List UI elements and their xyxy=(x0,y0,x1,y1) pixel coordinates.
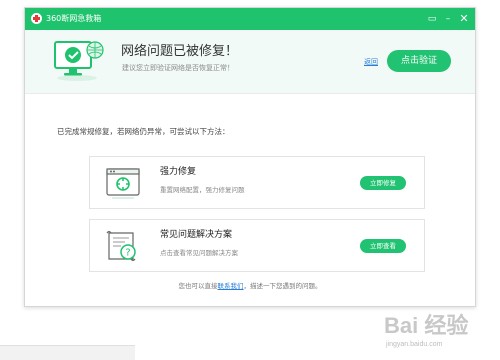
status-title: 网络问题已被修复！ xyxy=(121,44,239,59)
card-title: 强力修复 xyxy=(160,167,197,177)
contact-suffix: ，描述一下您遇到的问题。 xyxy=(243,282,322,290)
close-button[interactable]: ✕ xyxy=(457,11,471,27)
contact-hint: 您也可以直接联系我们，描述一下您遇到的问题。 xyxy=(25,282,475,291)
monitor-check-icon xyxy=(54,41,104,81)
force-repair-card: 强力修复 重置网络配置，强力修复问题 立即修复 xyxy=(89,156,425,209)
feedback-icon[interactable]: ▭ xyxy=(425,11,439,27)
contact-us-link[interactable]: 联系我们 xyxy=(218,282,244,290)
repair-icon xyxy=(106,168,140,199)
verify-button[interactable]: 点击验证 xyxy=(387,50,451,72)
contact-prefix: 您也可以直接 xyxy=(178,282,218,290)
minimize-button[interactable]: – xyxy=(441,11,455,27)
faq-document-icon: ? xyxy=(106,230,136,262)
back-link[interactable]: 返回 xyxy=(364,57,378,67)
status-subtitle: 建议您立即验证网络是否恢复正常！ xyxy=(122,64,234,72)
card-title: 常见问题解决方案 xyxy=(160,230,233,240)
taskbar-strip xyxy=(0,345,135,360)
card-description: 点击查看常见问题解决方案 xyxy=(160,249,238,257)
card-description: 重置网络配置，强力修复问题 xyxy=(160,186,245,194)
title-bar[interactable]: 360断网急救箱 ▭ – ✕ xyxy=(25,8,475,30)
status-header: 网络问题已被修复！ 建议您立即验证网络是否恢复正常！ 返回 点击验证 xyxy=(25,30,475,94)
hint-text: 已完成常规修复，若网络仍异常，可尝试以下方法： xyxy=(57,127,230,136)
app-title: 360断网急救箱 xyxy=(46,14,102,23)
app-logo-icon xyxy=(31,13,42,24)
watermark-url: jingyan.baidu.com xyxy=(386,341,443,348)
repair-now-button[interactable]: 立即修复 xyxy=(360,176,406,190)
view-now-button[interactable]: 立即查看 xyxy=(360,239,406,253)
watermark-logo: Bai 经验 xyxy=(384,313,469,338)
svg-text:?: ? xyxy=(125,248,130,259)
app-window: 360断网急救箱 ▭ – ✕ 网络问题已被修复！ 建议您立即验证网络是否恢复正常… xyxy=(24,7,476,307)
faq-card: ? 常见问题解决方案 点击查看常见问题解决方案 立即查看 xyxy=(89,219,425,272)
